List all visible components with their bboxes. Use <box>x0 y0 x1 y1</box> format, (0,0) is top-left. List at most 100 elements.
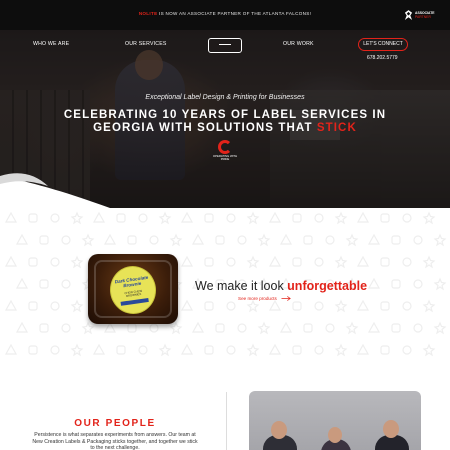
pattern-shape <box>50 257 60 267</box>
our-people-section: OUR PEOPLE Persistence is what separates… <box>0 368 450 450</box>
pattern-shape <box>4 211 18 223</box>
pattern-shape <box>28 345 38 355</box>
feature-headline-accent: unforgettable <box>287 279 368 293</box>
phone-link[interactable]: 678.202.5779 <box>367 55 398 61</box>
pattern-shape <box>325 235 335 245</box>
pattern-shape <box>356 255 370 267</box>
pattern-shape <box>402 213 412 223</box>
pattern-shape <box>325 323 335 333</box>
pattern-shape <box>127 323 137 333</box>
pattern-shape <box>4 343 18 355</box>
pattern-shape <box>268 211 282 223</box>
pattern-shape <box>180 343 194 355</box>
pattern-shape <box>180 255 194 267</box>
pattern-shape <box>180 211 194 223</box>
pattern-shape <box>268 299 282 311</box>
falcon-logo-icon <box>404 9 413 20</box>
pattern-shape <box>180 299 194 311</box>
pattern-shape <box>246 343 260 357</box>
hero-headline-accent: STICK <box>316 122 357 134</box>
pattern-shape <box>61 323 71 333</box>
lets-connect-button[interactable]: LET'S CONNECT <box>358 38 408 51</box>
pattern-shape <box>70 299 84 313</box>
our-people-body: Persistence is what separates experiment… <box>32 432 198 450</box>
pattern-shape <box>246 211 260 225</box>
pattern-shape <box>268 255 282 267</box>
pattern-shape <box>226 345 236 355</box>
pattern-shape <box>433 277 447 291</box>
announcement-brand: NOLITE <box>138 11 158 16</box>
pattern-shape <box>380 301 390 311</box>
pattern-shape <box>268 343 282 355</box>
nav-who-we-are[interactable]: WHO WE ARE <box>33 41 69 47</box>
pattern-shape <box>422 255 436 269</box>
pattern-shape <box>50 345 60 355</box>
partner-badge-text: ASSOCIATE PARTNER <box>415 11 435 19</box>
pattern-shape <box>158 211 172 225</box>
pattern-shape <box>422 343 436 357</box>
partner-badge-line2: PARTNER <box>415 15 431 19</box>
product-showcase-section: Dark Chocolate Brownie CHEW CHEW BROWNIE… <box>0 208 450 368</box>
pattern-shape <box>334 211 348 225</box>
pattern-shape <box>204 301 214 311</box>
award-badge-icon: OPERATING WITH PRIDE <box>212 140 238 162</box>
hero-tagline: Exceptional Label Design & Printing for … <box>145 94 305 101</box>
pattern-shape <box>92 343 106 355</box>
pattern-shape <box>303 235 313 245</box>
pattern-shape <box>413 235 423 245</box>
pattern-shape <box>61 235 71 245</box>
pattern-shape <box>292 213 302 223</box>
pattern-shape <box>422 211 436 225</box>
our-people-title: OUR PEOPLE <box>74 418 156 429</box>
pattern-shape <box>4 255 18 267</box>
pattern-shape <box>50 213 60 223</box>
pattern-shape <box>28 213 38 223</box>
pattern-shape <box>4 299 18 311</box>
pattern-shape <box>402 301 412 311</box>
pattern-shape <box>292 345 302 355</box>
pattern-shape <box>279 321 293 333</box>
pattern-shape <box>356 343 370 355</box>
pattern-shape <box>345 321 359 335</box>
pattern-shape <box>215 235 225 245</box>
pattern-shape <box>158 343 172 357</box>
pattern-shape <box>204 257 214 267</box>
pattern-shape <box>433 321 447 335</box>
pattern-shape <box>314 345 324 355</box>
page-curl-decoration <box>0 173 110 210</box>
company-logo-icon[interactable] <box>208 38 242 53</box>
pattern-shape <box>391 279 401 289</box>
pattern-shape <box>81 233 95 247</box>
pattern-shape <box>334 299 348 313</box>
pattern-shape <box>191 233 205 245</box>
pattern-shape <box>433 233 447 247</box>
pattern-shape <box>402 345 412 355</box>
partner-badge: ASSOCIATE PARTNER <box>404 8 438 22</box>
pattern-shape <box>70 211 84 225</box>
feature-headline-text: We make it look <box>195 279 288 293</box>
pattern-shape <box>334 343 348 357</box>
pattern-shape <box>367 233 381 245</box>
team-member-1 <box>271 421 287 439</box>
arrow-right-icon <box>281 296 291 301</box>
pattern-shape <box>257 233 271 247</box>
pattern-shape <box>226 301 236 311</box>
pattern-shape <box>356 299 370 311</box>
nav-our-work[interactable]: OUR WORK <box>283 41 314 47</box>
pattern-shape <box>28 257 38 267</box>
pattern-shape <box>226 213 236 223</box>
pattern-shape <box>39 279 49 289</box>
product-image[interactable]: Dark Chocolate Brownie CHEW CHEW BROWNIE… <box>88 254 178 324</box>
pattern-shape <box>413 323 423 333</box>
pattern-shape <box>314 301 324 311</box>
pattern-shape <box>39 235 49 245</box>
pattern-shape <box>237 235 247 245</box>
pattern-shape <box>70 343 84 357</box>
pattern-shape <box>380 345 390 355</box>
pattern-shape <box>279 233 293 245</box>
pattern-shape <box>61 279 71 289</box>
team-member-3 <box>383 420 399 438</box>
hero-headline: CELEBRATING 10 YEARS OF LABEL SERVICES I… <box>40 109 410 135</box>
nav-our-services[interactable]: OUR SERVICES <box>125 41 167 47</box>
see-more-products-link[interactable]: See more products <box>238 296 292 301</box>
